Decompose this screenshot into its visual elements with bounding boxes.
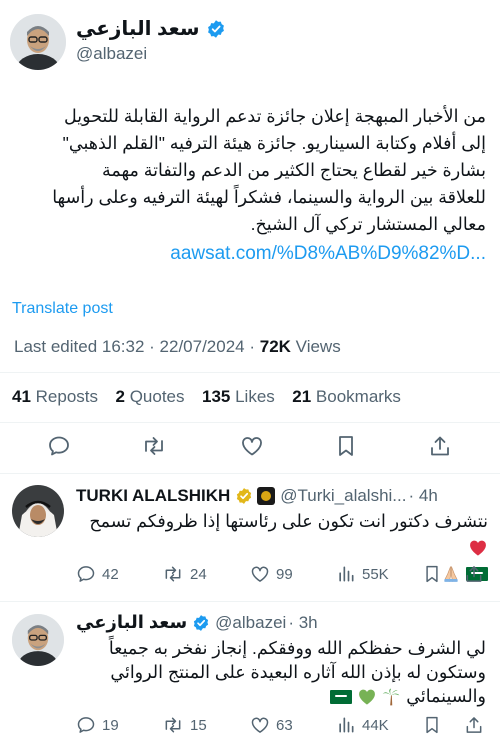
reply-count: 42 bbox=[102, 565, 119, 583]
reply-time[interactable]: · 3h bbox=[288, 613, 317, 633]
share-icon bbox=[466, 717, 482, 733]
reply-time[interactable]: · 4h bbox=[408, 486, 437, 506]
reply-icon bbox=[77, 566, 95, 582]
gold-verified-icon bbox=[237, 488, 252, 504]
reply-author-handle[interactable]: @albazei bbox=[215, 613, 286, 633]
reply-header: سعد البازعي @albazei · 3h bbox=[76, 612, 318, 633]
bookmark-button[interactable] bbox=[423, 564, 441, 584]
divider bbox=[0, 422, 500, 423]
post-text: من الأخبار المبهجة إعلان جائزة تدعم الرو… bbox=[10, 103, 486, 238]
post-text-line: إلى أفلام وكتابة السيناريو. جائزة هيئة ا… bbox=[62, 133, 486, 153]
reply-icon bbox=[49, 436, 69, 456]
affiliate-badge-icon[interactable] bbox=[257, 487, 276, 505]
heart-icon bbox=[251, 566, 269, 582]
reply-text: لي الشرف حفظكم الله ووفقكم. إنجاز نفخر ب… bbox=[70, 636, 486, 708]
saudi-flag-icon bbox=[329, 690, 352, 705]
quotes-stat[interactable]: 2 Quotes bbox=[116, 387, 185, 406]
views-count: 72K bbox=[259, 337, 291, 356]
share-button[interactable] bbox=[464, 564, 484, 584]
reply-header: TURKI ALALSHIKH @Turki_alalshi... · 4h bbox=[76, 486, 438, 506]
repost-button[interactable]: 24 bbox=[162, 564, 207, 584]
avatar[interactable] bbox=[10, 14, 66, 70]
reply-button[interactable] bbox=[47, 434, 71, 458]
bookmark-icon bbox=[426, 716, 438, 734]
divider bbox=[0, 601, 500, 602]
bookmarks-stat[interactable]: 21 Bookmarks bbox=[292, 387, 401, 406]
author-name[interactable]: سعد البازعي bbox=[76, 16, 200, 41]
like-count: 63 bbox=[276, 716, 293, 734]
verified-icon bbox=[194, 614, 209, 631]
like-button[interactable]: 63 bbox=[250, 715, 293, 735]
like-count: 99 bbox=[276, 565, 293, 583]
green-heart-icon bbox=[358, 690, 375, 705]
views-label: Views bbox=[290, 337, 341, 356]
views-button[interactable]: 44K bbox=[336, 715, 389, 735]
reply-text-line: وستكون له بإذن الله آثاره البعيدة على ال… bbox=[110, 662, 486, 682]
reply-author-name[interactable]: سعد البازعي bbox=[76, 612, 187, 633]
like-button[interactable]: 99 bbox=[250, 564, 293, 584]
edited-timestamp[interactable]: Last edited 16:32 · 22/07/2024 · bbox=[14, 337, 260, 356]
reply-author-name[interactable]: TURKI ALALSHIKH bbox=[76, 486, 230, 506]
repost-icon bbox=[165, 717, 181, 733]
red-heart-icon bbox=[470, 541, 486, 556]
bookmark-icon bbox=[339, 436, 353, 456]
share-icon bbox=[431, 436, 449, 456]
bookmark-icon bbox=[426, 565, 438, 583]
reply-count: 19 bbox=[102, 716, 119, 734]
reply-author-handle[interactable]: @Turki_alalshi... bbox=[280, 486, 406, 506]
reply-text-line: لي الشرف حفظكم الله ووفقكم. إنجاز نفخر ب… bbox=[108, 638, 486, 658]
palm-tree-icon bbox=[383, 689, 400, 706]
views-count: 55K bbox=[362, 565, 389, 583]
author-handle[interactable]: @albazei bbox=[76, 44, 147, 64]
reply-text-line: نتشرف دكتور انت تكون على رئاستها إذا ظرو… bbox=[89, 511, 488, 531]
post-text-line: معالي المستشار تركي آل الشيخ. bbox=[250, 214, 486, 234]
likes-stat[interactable]: 135 Likes bbox=[202, 387, 275, 406]
post-meta: Last edited 16:32 · 22/07/2024 · 72K Vie… bbox=[14, 337, 341, 357]
repost-icon bbox=[165, 566, 181, 582]
author-name-row: سعد البازعي bbox=[76, 16, 226, 41]
views-count: 44K bbox=[362, 716, 389, 734]
repost-count: 24 bbox=[190, 565, 207, 583]
like-button[interactable] bbox=[240, 434, 264, 458]
bookmark-button[interactable] bbox=[423, 715, 441, 735]
repost-button[interactable] bbox=[141, 434, 167, 458]
repost-button[interactable]: 15 bbox=[162, 715, 207, 735]
avatar[interactable] bbox=[12, 614, 64, 666]
reposts-stat[interactable]: 41 Reposts bbox=[12, 387, 98, 406]
article-link[interactable]: aawsat.com/%D8%AB%D9%82%D... bbox=[170, 243, 486, 265]
post-text-line: من الأخبار المبهجة إعلان جائزة تدعم الرو… bbox=[64, 106, 486, 126]
share-icon bbox=[466, 566, 482, 582]
analytics-icon bbox=[339, 566, 354, 582]
divider bbox=[0, 372, 500, 373]
analytics-icon bbox=[339, 717, 354, 733]
divider bbox=[0, 473, 500, 474]
heart-icon bbox=[242, 437, 262, 456]
heart-icon bbox=[251, 717, 269, 733]
repost-icon bbox=[145, 437, 163, 455]
translate-link[interactable]: Translate post bbox=[12, 300, 113, 318]
post-text-line: بشارة خير لقطاع يحتاج الكثير من الدعم وا… bbox=[101, 160, 486, 180]
reply-text-line: والسينمائي bbox=[406, 686, 486, 706]
views-button[interactable]: 55K bbox=[336, 564, 389, 584]
post-text-line: للعلاقة بين الرواية والسينما، فشكراً لهي… bbox=[52, 187, 486, 207]
reply-button[interactable]: 42 bbox=[76, 564, 119, 584]
bookmark-button[interactable] bbox=[335, 434, 357, 458]
avatar[interactable] bbox=[12, 485, 64, 537]
share-button[interactable] bbox=[464, 715, 484, 735]
post-stats: 41 Reposts 2 Quotes 135 Likes 21 Bookmar… bbox=[12, 387, 401, 407]
verified-icon bbox=[207, 19, 224, 38]
praying-hands-icon bbox=[444, 566, 458, 583]
repost-count: 15 bbox=[190, 716, 207, 734]
reply-button[interactable]: 19 bbox=[76, 715, 119, 735]
share-button[interactable] bbox=[428, 434, 452, 458]
reply-icon bbox=[77, 717, 95, 733]
